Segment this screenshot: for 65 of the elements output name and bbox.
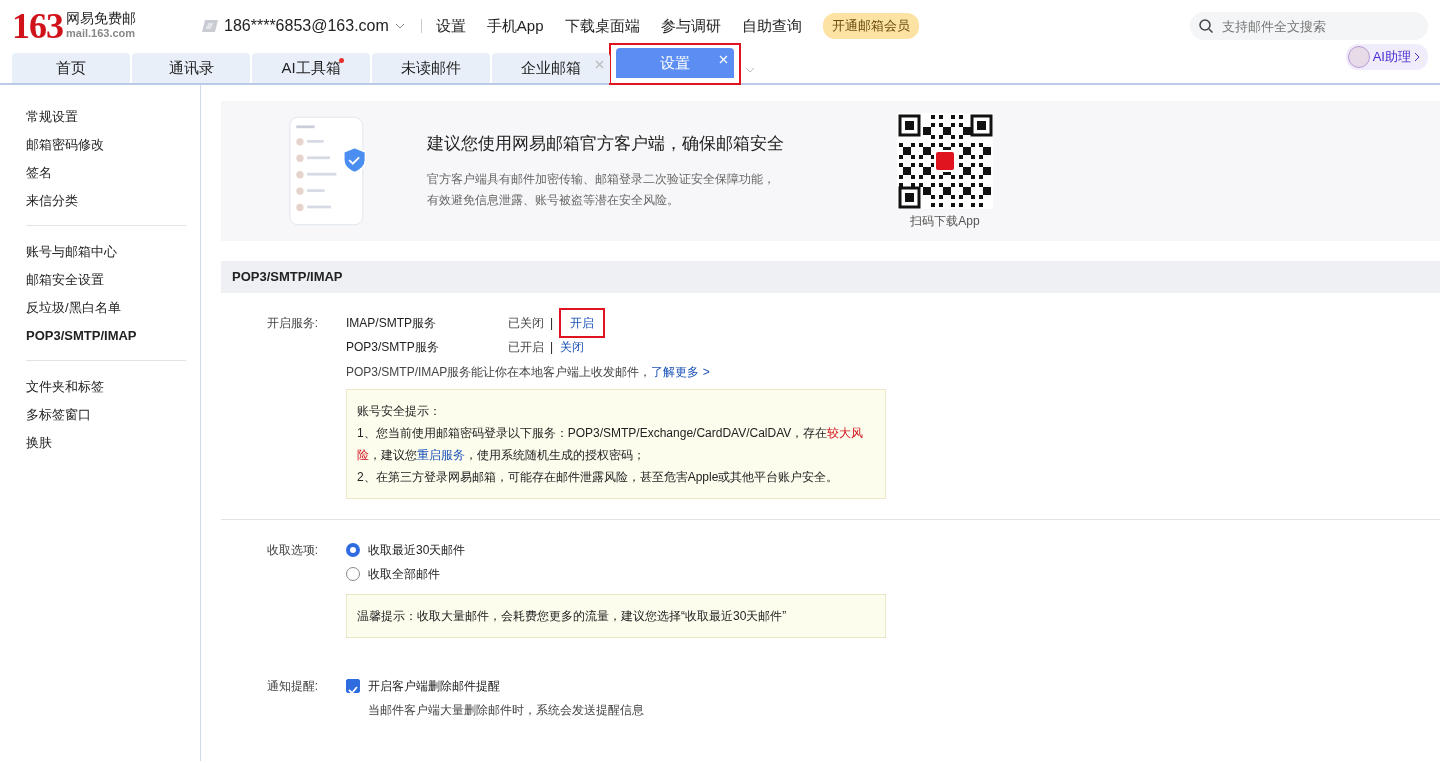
service-status: 已开启 — [508, 339, 544, 356]
warning-text: 1、您当前使用邮箱密码登录以下服务：POP3/SMTP/Exchange/CardDAV/CalDAV，存在较大风险，建议您重启服务，使用系统随机生成的授权密码； — [357, 425, 865, 464]
tip-panel: 温馨提示：收取大量邮件，会耗费您更多的流量，建议您选择“收取最近30天邮件” — [346, 594, 886, 638]
logo-name: 网易免费邮 — [66, 11, 136, 26]
account-badge-icon — [202, 20, 218, 32]
service-description: POP3/SMTP/IMAP服务能让你在本地客户端上收发邮件， — [346, 365, 652, 379]
restart-service-link[interactable]: 重启服务 — [417, 448, 465, 462]
chevron-down-icon[interactable] — [394, 23, 405, 29]
service-toggle-link[interactable]: 关闭 — [559, 335, 586, 359]
sidebar-item[interactable]: 反垃圾/黑白名单 — [26, 294, 186, 322]
ai-assistant-button[interactable]: AI助理 — [1345, 44, 1428, 70]
header-link[interactable]: 下载桌面端 — [564, 16, 640, 36]
sidebar-item[interactable]: 多标签窗口 — [26, 401, 186, 429]
sidebar-item[interactable]: 邮箱安全设置 — [26, 266, 186, 294]
member-badge[interactable]: 开通邮箱会员 — [822, 13, 919, 39]
qr-caption: 扫码下载App — [910, 212, 980, 230]
separator-text: | — [550, 339, 554, 356]
search-icon — [1199, 19, 1213, 33]
sidebar-item[interactable]: 换肤 — [26, 429, 186, 457]
service-name: POP3/SMTP服务 — [346, 339, 440, 356]
sidebar-item[interactable]: 文件夹和标签 — [26, 373, 186, 401]
checkbox-note: 当邮件客户端大量删除邮件时，系统会发送提醒信息 — [367, 702, 645, 719]
header-link[interactable]: 设置 — [435, 16, 466, 36]
close-icon[interactable] — [595, 60, 604, 69]
sidebar-item[interactable]: 来信分类 — [26, 187, 186, 215]
radio-button[interactable] — [346, 543, 360, 557]
sidebar-item[interactable]: 签名 — [26, 159, 186, 187]
radio-button[interactable] — [346, 567, 360, 581]
tab[interactable]: 通讯录 — [132, 53, 250, 83]
field-label: 开启服务: — [265, 315, 319, 332]
warning-title: 账号安全提示： — [357, 403, 442, 420]
checkbox[interactable] — [346, 679, 360, 693]
service-toggle-link[interactable]: 开启 — [569, 316, 596, 330]
tab[interactable]: AI工具箱 — [252, 53, 370, 83]
search-field[interactable]: 支持邮件全文搜索 — [1190, 12, 1428, 40]
service-name: IMAP/SMTP服务 — [346, 315, 437, 332]
tab[interactable]: 首页 — [12, 53, 130, 83]
learn-more-link[interactable]: 了解更多 > — [651, 365, 710, 379]
warning-text: 2、在第三方登录网易邮箱，可能存在邮件泄露风险，甚至危害Apple或其他平台账户安全。 — [357, 469, 840, 486]
tab[interactable]: 企业邮箱 — [492, 53, 610, 83]
sidebar-item[interactable]: 邮箱密码修改 — [26, 131, 186, 159]
sidebar-item[interactable]: 账号与邮箱中心 — [26, 238, 186, 266]
separator-text: | — [550, 315, 554, 332]
service-status: 已关闭 — [508, 315, 544, 332]
logo-number: 163 — [12, 5, 63, 47]
field-label: 通知提醒: — [265, 678, 319, 695]
header-link[interactable]: 手机App — [486, 16, 544, 36]
field-label: 收取选项: — [265, 542, 319, 559]
section-title: POP3/SMTP/IMAP — [221, 261, 1440, 293]
tab[interactable]: 未读邮件 — [372, 53, 490, 83]
account-address[interactable]: 186****6853@163.com — [224, 17, 389, 35]
chevron-down-icon[interactable] — [745, 67, 755, 73]
chevron-right-icon — [1414, 52, 1420, 62]
banner-text: 官方客户端具有邮件加密传输、邮箱登录二次验证安全保障功能，有效避免信息泄露、账号被盗等潜在安全风险。 — [427, 170, 776, 209]
checkbox-label[interactable]: 开启客户端删除邮件提醒 — [368, 674, 500, 698]
radio-label[interactable]: 收取最近30天邮件 — [368, 538, 466, 562]
header-link[interactable]: 参与调研 — [660, 16, 721, 36]
banner-title: 建议您使用网易邮箱官方客户端，确保邮箱安全 — [427, 132, 785, 155]
qr-code-icon — [897, 112, 993, 209]
sidebar-item[interactable]: 常规设置 — [26, 103, 186, 131]
avatar — [1347, 46, 1370, 68]
radio-label[interactable]: 收取全部邮件 — [368, 562, 440, 586]
sidebar-item[interactable]: POP3/SMTP/IMAP — [26, 322, 186, 350]
header-link[interactable]: 自助查询 — [741, 16, 802, 36]
logo-domain: mail.163.com — [66, 26, 136, 41]
